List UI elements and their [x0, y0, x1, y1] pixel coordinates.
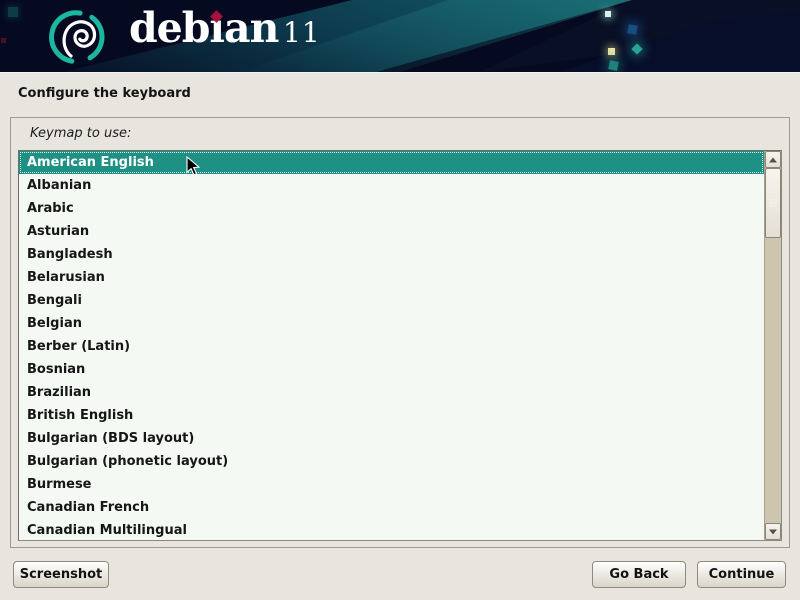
banner-square — [605, 11, 611, 17]
page-title: Configure the keyboard — [18, 86, 191, 101]
banner-square — [608, 48, 615, 55]
scroll-down-button[interactable] — [765, 523, 781, 540]
brand-version: 11 — [283, 16, 321, 49]
list-item[interactable]: Asturian — [19, 220, 764, 243]
list-item[interactable]: Canadian French — [19, 496, 764, 519]
scrollbar-thumb[interactable] — [765, 168, 781, 238]
continue-button[interactable]: Continue — [697, 561, 786, 588]
banner-square — [627, 24, 637, 34]
list-item[interactable]: Bangladesh — [19, 243, 764, 266]
screenshot-button[interactable]: Screenshot — [13, 561, 109, 588]
list-item[interactable]: Canadian Multilingual — [19, 519, 764, 541]
brand-wordmark: debıan — [129, 4, 278, 52]
list-item[interactable]: Brazilian — [19, 381, 764, 404]
list-item[interactable]: Bengali — [19, 289, 764, 312]
list-item[interactable]: British English — [19, 404, 764, 427]
banner-square — [1, 38, 6, 43]
keymap-list-rows: American EnglishAlbanianArabicAsturianBa… — [19, 151, 764, 540]
arrow-down-icon — [769, 529, 777, 534]
keymap-listbox[interactable]: American EnglishAlbanianArabicAsturianBa… — [18, 150, 782, 541]
keymap-label: Keymap to use: — [30, 126, 131, 141]
list-item[interactable]: Arabic — [19, 197, 764, 220]
list-item[interactable]: Berber (Latin) — [19, 335, 764, 358]
banner: debıan 11 — [0, 0, 800, 73]
banner-square — [608, 60, 619, 71]
list-item[interactable]: Belarusian — [19, 266, 764, 289]
arrow-up-icon — [769, 157, 777, 162]
list-item[interactable]: Albanian — [19, 174, 764, 197]
list-item[interactable]: American English — [19, 151, 764, 174]
debian-swirl-icon — [48, 5, 108, 69]
list-item[interactable]: Bulgarian (BDS layout) — [19, 427, 764, 450]
list-item[interactable]: Belgian — [19, 312, 764, 335]
vertical-scrollbar[interactable] — [764, 151, 781, 540]
list-item[interactable]: Burmese — [19, 473, 764, 496]
list-item[interactable]: Bulgarian (phonetic layout) — [19, 450, 764, 473]
banner-square — [8, 7, 18, 17]
scroll-up-button[interactable] — [765, 151, 781, 168]
list-item[interactable]: Bosnian — [19, 358, 764, 381]
go-back-button[interactable]: Go Back — [592, 561, 686, 588]
scrollbar-grip-icon — [769, 198, 777, 209]
